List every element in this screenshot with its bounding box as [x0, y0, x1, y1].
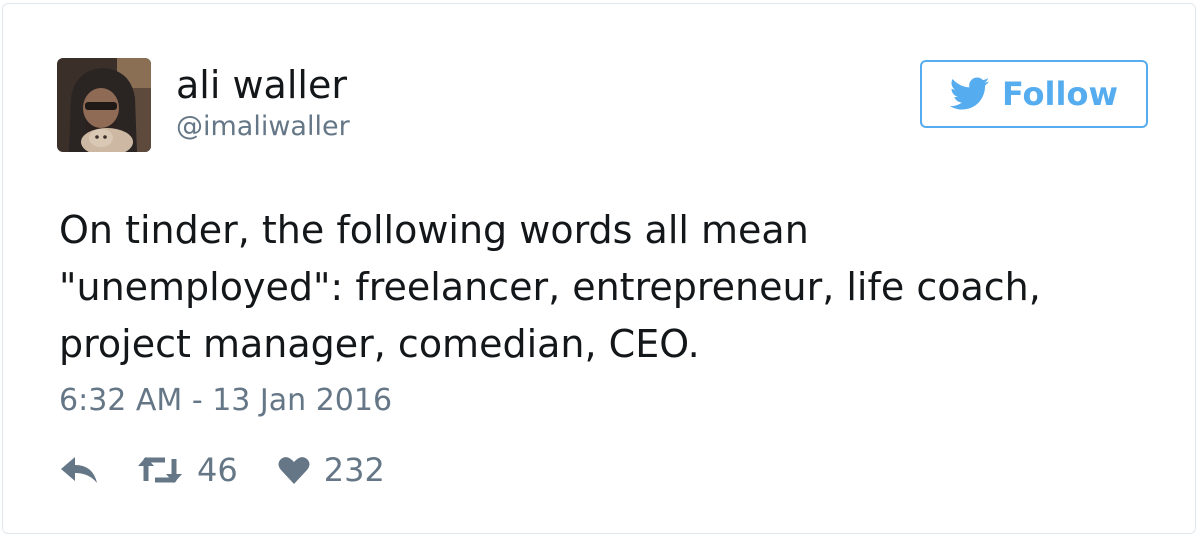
- tweet-text-line: On tinder, the following words all mean: [59, 208, 809, 252]
- like-button[interactable]: 232: [278, 450, 385, 490]
- tweet-text-line: "unemployed": freelancer, entrepreneur, …: [59, 265, 1041, 309]
- retweet-icon: [137, 455, 183, 485]
- tweet-actions: 46 232: [59, 447, 385, 493]
- retweet-button[interactable]: 46: [137, 450, 238, 490]
- tweet-text-line: project manager, comedian, CEO.: [59, 322, 700, 366]
- avatar[interactable]: [57, 58, 151, 152]
- author-handle[interactable]: @imaliwaller: [176, 110, 350, 144]
- like-count: 232: [323, 451, 385, 489]
- twitter-bird-icon: [949, 77, 990, 111]
- tweet-card: ali waller @imaliwaller Follow On tinder…: [2, 3, 1196, 534]
- tweet-text: On tinder, the following words all mean …: [59, 202, 1159, 373]
- avatar-image: [57, 58, 151, 152]
- tweet-timestamp[interactable]: 6:32 AM - 13 Jan 2016: [59, 381, 392, 421]
- reply-icon: [59, 455, 99, 485]
- follow-button-label: Follow: [1001, 75, 1119, 113]
- retweet-count: 46: [197, 451, 238, 489]
- follow-button[interactable]: Follow: [920, 60, 1148, 128]
- author-name[interactable]: ali waller: [176, 62, 347, 108]
- heart-icon: [278, 455, 310, 485]
- reply-button[interactable]: [59, 455, 99, 485]
